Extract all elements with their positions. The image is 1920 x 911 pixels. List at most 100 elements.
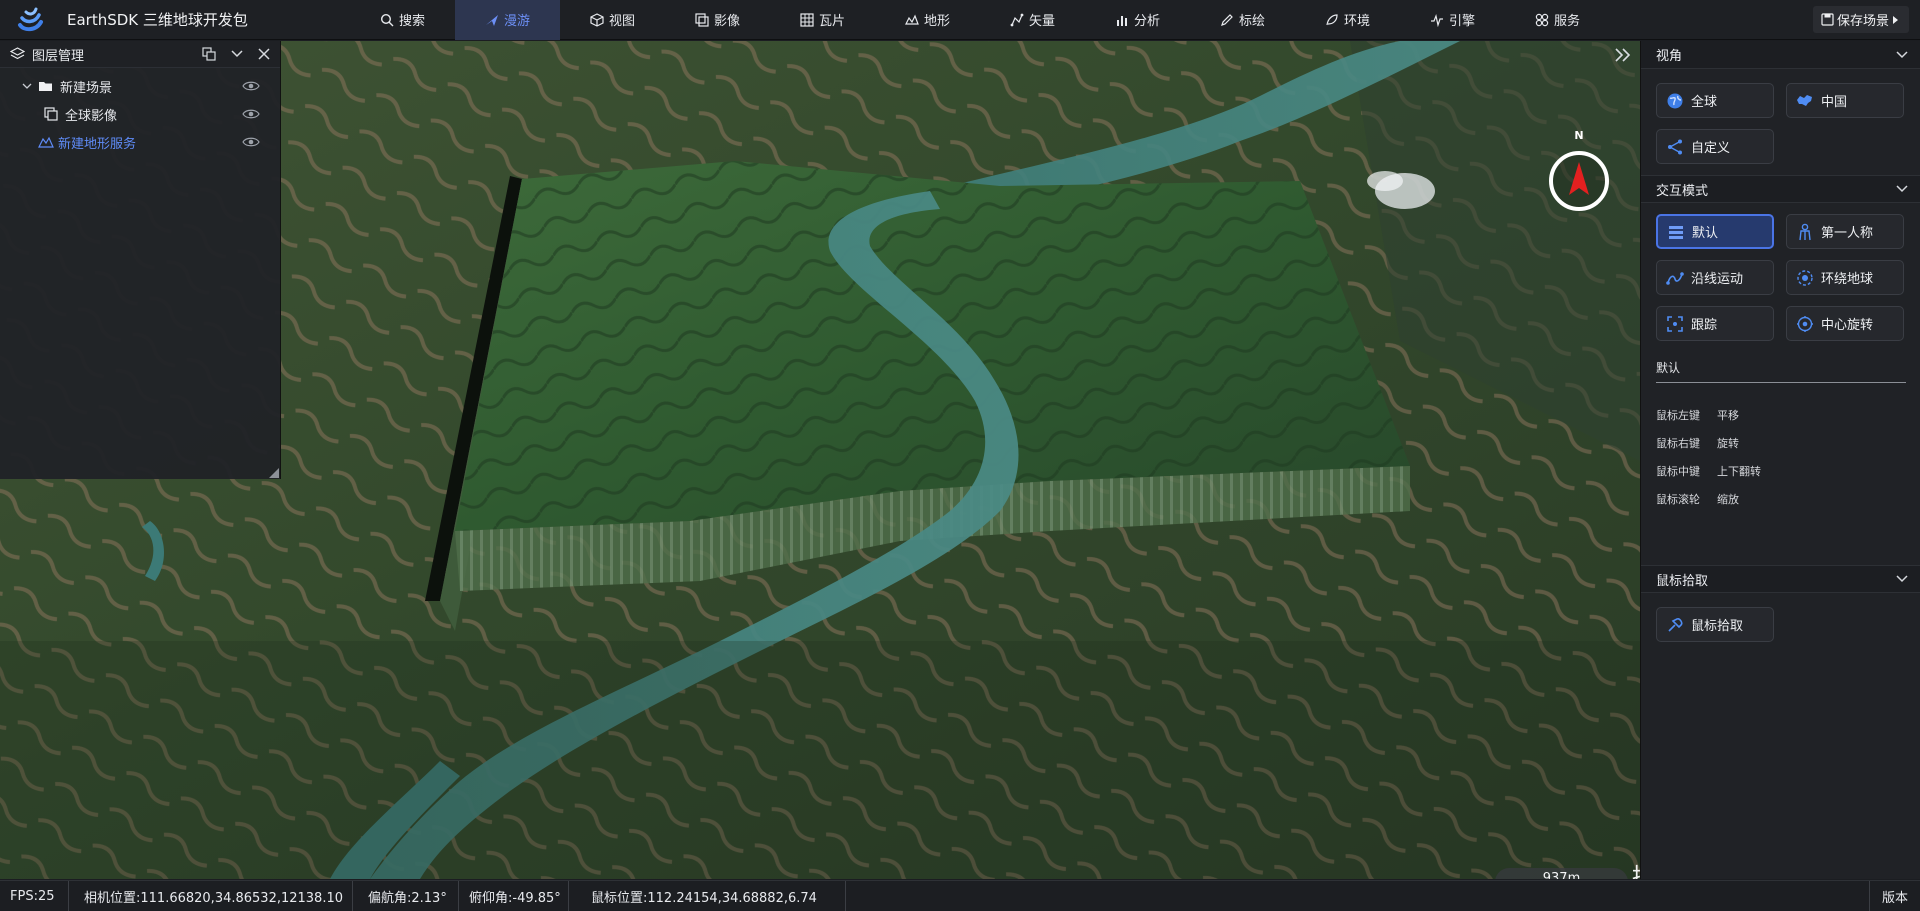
tree-item-label: 新建地形服务	[58, 136, 137, 152]
terrain-icon	[905, 14, 919, 25]
button-label: 中国	[1821, 95, 1848, 110]
nav-plot[interactable]: 标绘	[1190, 0, 1295, 40]
hint-value: 上下翻转	[1717, 465, 1761, 478]
globe-icon	[1667, 93, 1683, 108]
nav-engine[interactable]: 引擎	[1400, 0, 1505, 40]
mode-orbit-button[interactable]: 环绕地球	[1786, 260, 1904, 295]
chevron-down-icon[interactable]	[1896, 185, 1908, 193]
expand-chevron-icon[interactable]	[22, 83, 32, 90]
version-button[interactable]: 版本	[1868, 880, 1920, 911]
button-label: 第一人称	[1821, 226, 1874, 241]
resize-handle-icon[interactable]	[269, 468, 279, 478]
nav-environment[interactable]: 环境	[1295, 0, 1400, 40]
compass-icon[interactable]: N	[1546, 128, 1612, 216]
hint-row: 鼠标中键 上下翻转	[1656, 457, 1920, 485]
nav-roam[interactable]: 漫游	[455, 0, 560, 40]
hint-value: 平移	[1717, 409, 1739, 422]
hint-row: 鼠标右键 旋转	[1656, 429, 1920, 457]
layer-panel-title: 图层管理	[32, 48, 85, 64]
mode-caption: 默认	[1656, 359, 1906, 383]
section-pick-header[interactable]: 鼠标拾取	[1641, 565, 1920, 593]
visibility-eye-icon[interactable]	[242, 108, 260, 120]
button-label: 跟踪	[1691, 318, 1718, 333]
visibility-eye-icon[interactable]	[242, 136, 260, 148]
layer-panel-header: 图层管理	[0, 41, 280, 68]
view-china-button[interactable]: 中国	[1786, 83, 1904, 118]
chevron-down-icon[interactable]	[1896, 575, 1908, 583]
first-person-icon	[1799, 223, 1811, 240]
heading-readout: 偏航角:2.13°	[353, 880, 459, 911]
orbit-icon	[1797, 269, 1813, 286]
nav-label: 矢量	[1028, 14, 1055, 29]
chevron-down-icon[interactable]	[1896, 50, 1908, 59]
nav-tile[interactable]: 瓦片	[770, 0, 875, 40]
mode-center-rotate-button[interactable]: 中心旋转	[1786, 306, 1904, 341]
hint-value: 缩放	[1717, 493, 1739, 506]
close-icon[interactable]	[258, 48, 270, 60]
collapse-icon[interactable]	[231, 50, 243, 58]
tree-item-scene[interactable]: 新建场景	[0, 72, 280, 100]
section-view-header[interactable]: 视角	[1641, 41, 1920, 69]
section-interaction-header[interactable]: 交互模式	[1641, 175, 1920, 203]
nav-label: 漫游	[503, 14, 530, 29]
track-icon	[1667, 315, 1683, 332]
nav-service[interactable]: 服务	[1505, 0, 1610, 40]
nav-label: 服务	[1553, 14, 1580, 29]
image-layer-icon	[44, 107, 58, 121]
scale-bar: 937m	[1495, 868, 1628, 879]
save-icon	[1821, 13, 1834, 26]
caret-right-icon	[1893, 15, 1898, 24]
collapse-right-panel-icon[interactable]	[1613, 47, 1633, 63]
app-title: EarthSDK 三维地球开发包	[67, 11, 248, 29]
main-nav: 搜索 漫游 视图 影像 瓦片 地形 矢量 分析 标绘 环境 引擎 服务	[350, 0, 1610, 40]
search-icon	[380, 13, 394, 26]
save-scene-button[interactable]: 保存场景	[1812, 6, 1909, 33]
nav-vector[interactable]: 矢量	[980, 0, 1085, 40]
mouse-pick-button[interactable]: 鼠标拾取	[1656, 607, 1774, 642]
mode-path-motion-button[interactable]: 沿线运动	[1656, 260, 1774, 295]
hint-key: 鼠标滚轮	[1656, 493, 1700, 506]
nav-label: 地形	[923, 14, 950, 29]
button-label: 沿线运动	[1691, 272, 1744, 287]
view-global-button[interactable]: 全球	[1656, 83, 1774, 118]
top-bar: EarthSDK 三维地球开发包 搜索 漫游 视图 影像 瓦片 地形 矢量 分析…	[0, 0, 1920, 40]
nav-view[interactable]: 视图	[560, 0, 665, 40]
camera-position-readout: 相机位置:111.66820,34.86532,12138.10	[69, 880, 353, 911]
button-label: 鼠标拾取	[1691, 619, 1744, 634]
tree-item-label: 新建场景	[60, 80, 113, 96]
view-custom-button[interactable]: 自定义	[1656, 129, 1774, 164]
mode-first-person-button[interactable]: 第一人称	[1786, 214, 1904, 249]
nav-label: 瓦片	[818, 14, 845, 29]
add-layer-icon[interactable]	[202, 47, 216, 61]
section-title: 交互模式	[1656, 183, 1709, 199]
hint-value: 旋转	[1717, 437, 1739, 450]
nav-terrain[interactable]: 地形	[875, 0, 980, 40]
path-motion-icon	[1666, 271, 1684, 285]
nav-analysis[interactable]: 分析	[1085, 0, 1190, 40]
status-bar: FPS:25 相机位置:111.66820,34.86532,12138.10 …	[0, 880, 1920, 911]
pitch-readout: 俯仰角:-49.85°	[459, 880, 569, 911]
nav-search[interactable]: 搜索	[350, 0, 455, 40]
tile-icon	[800, 12, 814, 27]
service-icon	[1535, 13, 1549, 26]
tree-item-terrain-service[interactable]: 新建地形服务	[0, 128, 280, 156]
button-label: 全球	[1691, 95, 1718, 110]
tree-item-global-imagery[interactable]: 全球影像	[0, 100, 280, 128]
fps-readout: FPS:25	[0, 880, 69, 911]
folder-icon	[39, 82, 52, 91]
nav-label: 标绘	[1238, 14, 1265, 29]
chart-icon	[1116, 15, 1127, 26]
view-buttons: 全球 中国 自定义	[1641, 69, 1920, 172]
env-icon	[1326, 13, 1338, 25]
cube-icon	[590, 12, 604, 27]
nav-image[interactable]: 影像	[665, 0, 770, 40]
hint-row: 鼠标左键 平移	[1656, 401, 1920, 429]
mode-default-button[interactable]: 默认	[1656, 214, 1774, 249]
button-label: 中心旋转	[1821, 318, 1874, 333]
visibility-eye-icon[interactable]	[242, 80, 260, 92]
center-rotate-icon	[1797, 315, 1813, 332]
mode-track-button[interactable]: 跟踪	[1656, 306, 1774, 341]
default-mode-icon	[1669, 225, 1683, 239]
vector-icon	[1010, 13, 1024, 26]
right-panel: 视角 全球 中国 自定义 交互模式 默认 第一人称 沿线运动 环绕地球 跟踪 中…	[1640, 41, 1920, 879]
